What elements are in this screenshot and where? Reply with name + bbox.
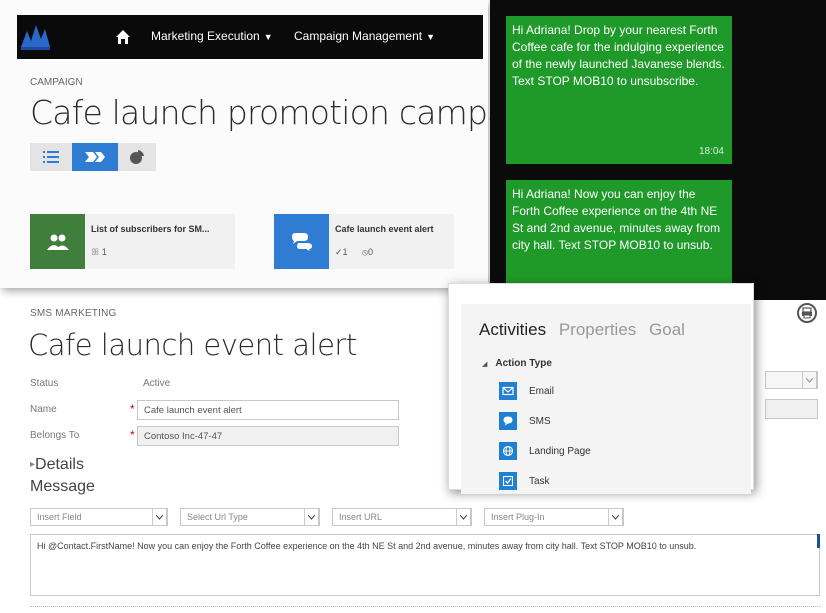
card-meta: ꕥ 1 [91,247,107,258]
url-type-select[interactable]: Select Url Type [180,508,320,526]
select-value: Select Url Type [187,512,248,522]
sms-time: 18:04 [698,146,724,157]
email-icon [499,382,517,400]
card-title: List of subscribers for SM... [91,224,210,234]
globe-icon [499,442,517,460]
scrollbar[interactable] [817,534,820,548]
required-mark: * [130,428,135,442]
top-nav-bar: Marketing Execution ▼ Campaign Management… [17,15,483,59]
people-small-icon: ꕥ [91,247,102,257]
chevron-down-icon [456,508,471,526]
name-label: Name [30,404,57,415]
belongs-to-field[interactable]: Contoso Inc-47-47 [137,426,399,446]
select-value: Insert Plug-In [491,512,545,522]
group-label: Action Type [495,358,552,369]
chat-bubble-icon [274,214,329,269]
divider [30,606,820,607]
belongs-to-label: Belongs To [30,430,80,441]
check-count: 1 [342,247,348,257]
tab-activities[interactable]: Activities [479,320,546,339]
details-label: Details [35,456,84,473]
pie-chart-icon[interactable] [118,143,156,171]
people-icon [30,214,85,269]
activity-label: Landing Page [529,446,591,457]
status-reason-select[interactable] [765,371,818,389]
sms-message-bubble: Hi Adriana! Drop by your nearest Forth C… [506,16,732,164]
nav-label: Campaign Management [294,29,423,43]
status-label: Status [30,378,59,389]
sms-text: Hi Adriana! Drop by your nearest Forth C… [512,23,725,88]
print-icon[interactable] [797,303,817,323]
chevron-down-icon: ▼ [426,32,435,42]
details-toggle[interactable]: ▸Details [30,456,84,474]
activities-panel: Activities Properties Goal ◢ Action Type … [448,283,754,494]
entity-label: SMS MARKETING [30,308,117,319]
chevron-down-icon [608,508,623,526]
activity-label: Email [529,386,555,397]
list-view-icon[interactable] [30,143,72,171]
status-value: Active [143,378,171,389]
select-value: Insert Field [37,512,82,522]
card-meta: ✓1 ⦸0 [335,247,373,258]
campaign-panel: Marketing Execution ▼ Campaign Management… [0,0,555,288]
nav-marketing-execution[interactable]: Marketing Execution ▼ [151,29,273,43]
view-switcher [30,143,156,171]
block-count: 0 [367,247,373,257]
nav-campaign-management[interactable]: Campaign Management ▼ [294,29,435,43]
campaign-card-sms-alert[interactable]: Cafe launch event alert ✓1 ⦸0 [274,214,454,269]
tab-goal[interactable]: Goal [649,320,685,339]
insert-plugin-select[interactable]: Insert Plug-In [484,508,624,526]
chevron-down-icon [152,508,167,526]
sms-text: Hi Adriana! Now you can enjoy the Forth … [512,187,721,252]
owner-field[interactable] [765,399,818,419]
check-icon: ✓ [335,247,343,257]
name-field[interactable]: Cafe launch event alert [137,400,399,420]
insert-url-select[interactable]: Insert URL [332,508,472,526]
activity-label: Task [529,476,550,487]
sms-phone-screen: Hi Adriana! Drop by your nearest Forth C… [490,0,826,300]
activities-tabs: Activities Properties Goal [479,320,693,340]
sms-message-bubble: Hi Adriana! Now you can enjoy the Forth … [506,180,732,300]
page-title: Cafe launch event alert [28,328,357,362]
sms-icon [499,412,517,430]
insert-field-select[interactable]: Insert Field [30,508,168,526]
collapse-triangle-icon: ◢ [482,361,488,368]
flow-view-icon[interactable] [72,143,118,171]
message-textarea[interactable]: Hi @Contact.FirstName! Now you can enjoy… [30,534,820,596]
member-count: 1 [101,247,107,257]
card-title: Cafe launch event alert [335,224,434,234]
campaign-title: Cafe launch promotion campaign [30,93,555,132]
message-header: Message [30,478,95,495]
chevron-down-icon [304,508,319,526]
task-icon [499,472,517,490]
campaign-card-subscribers[interactable]: List of subscribers for SM... ꕥ 1 [30,214,235,269]
tab-properties[interactable]: Properties [559,320,636,339]
home-icon[interactable] [115,29,131,45]
chevron-down-icon: ▼ [263,32,273,42]
chevron-down-icon [802,371,817,389]
required-mark: * [130,402,135,416]
entity-label: CAMPAIGN [30,77,83,88]
message-text: Hi @Contact.FirstName! Now you can enjoy… [37,541,697,551]
action-type-group[interactable]: ◢ Action Type [482,358,552,369]
activity-label: SMS [529,416,551,427]
select-value: Insert URL [339,512,383,522]
dynamics-logo-icon[interactable] [19,21,51,51]
nav-label: Marketing Execution [151,29,260,43]
